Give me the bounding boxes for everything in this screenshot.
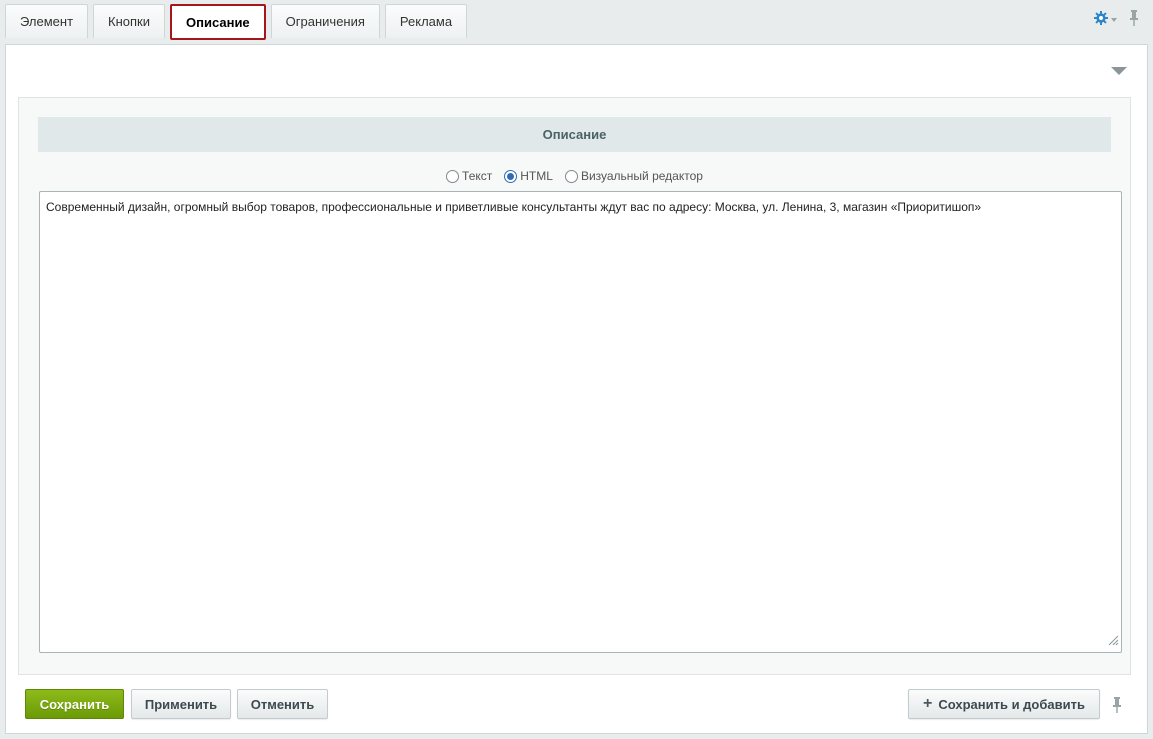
description-text: Современный дизайн, огромный выбор товар…	[46, 200, 982, 214]
radio-html[interactable]: HTML	[504, 169, 553, 183]
radio-visual-editor[interactable]: Визуальный редактор	[564, 169, 703, 183]
resize-handle-icon[interactable]	[1107, 634, 1119, 650]
gear-icon	[1094, 11, 1108, 28]
radio-label: HTML	[520, 169, 553, 183]
save-button[interactable]: Сохранить	[25, 689, 124, 719]
editor-mode-switch: Текст HTML Визуальный редактор	[19, 169, 1130, 183]
section-title: Описание	[38, 117, 1111, 152]
description-textarea[interactable]: Современный дизайн, огромный выбор товар…	[39, 191, 1122, 653]
top-toolbar	[1094, 10, 1139, 29]
radio-checked-icon	[504, 169, 518, 183]
tab-element[interactable]: Элемент	[5, 4, 89, 38]
radio-circle-icon	[446, 169, 460, 183]
save-and-add-button[interactable]: + Сохранить и добавить	[908, 689, 1100, 719]
content-panel: Описание Текст HTML Визуальный редактор …	[5, 44, 1148, 734]
tab-restrictions[interactable]: Ограничения	[270, 4, 380, 38]
tab-description[interactable]: Описание	[170, 4, 266, 40]
chevron-down-icon	[1111, 17, 1117, 22]
radio-circle-icon	[564, 169, 578, 183]
tab-advertising[interactable]: Реклама	[384, 4, 468, 38]
apply-button[interactable]: Применить	[131, 689, 231, 719]
radio-label: Визуальный редактор	[580, 169, 703, 183]
pin-icon[interactable]	[1129, 10, 1139, 29]
save-and-add-label: Сохранить и добавить	[938, 696, 1085, 712]
tab-bar: Элемент Кнопки Описание Ограничения Рекл…	[5, 4, 468, 40]
description-section: Описание Текст HTML Визуальный редактор …	[18, 97, 1131, 675]
cancel-button[interactable]: Отменить	[237, 689, 328, 719]
triangle-down-icon[interactable]	[1111, 67, 1127, 75]
plus-icon: +	[923, 695, 933, 712]
radio-label: Текст	[462, 169, 493, 183]
settings-menu-button[interactable]	[1094, 11, 1117, 28]
pin-icon[interactable]	[1112, 697, 1122, 716]
radio-text[interactable]: Текст	[446, 169, 492, 183]
tab-buttons[interactable]: Кнопки	[93, 4, 166, 38]
